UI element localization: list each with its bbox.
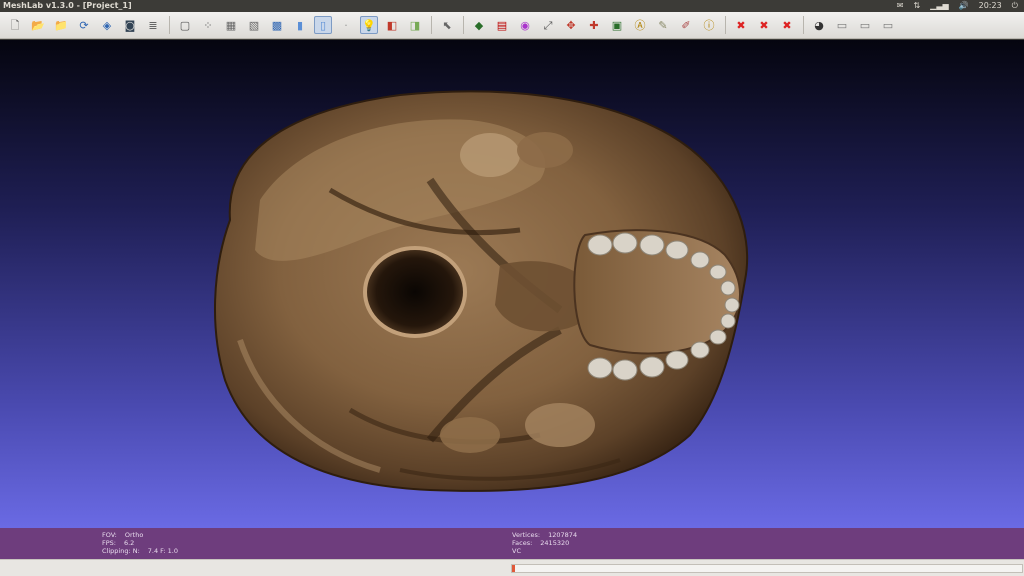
smooth-shading-icon[interactable]: ▮: [291, 16, 309, 34]
light-bulb-icon[interactable]: 💡: [360, 16, 378, 34]
toolbar-separator: [725, 16, 726, 34]
color-tool-icon[interactable]: ◉: [516, 16, 534, 34]
fps-value: 6.2: [123, 539, 135, 547]
layers-icon[interactable]: ≣: [144, 16, 162, 34]
view-b-icon[interactable]: ▭: [856, 16, 874, 34]
reload-icon[interactable]: ⟳: [75, 16, 93, 34]
new-file-icon[interactable]: 🗋: [6, 16, 24, 34]
view-info: FOV: Ortho FPS: 6.2 Clipping: N: 7.4 F: 1.0: [102, 531, 178, 555]
double-side-icon[interactable]: ◧: [383, 16, 401, 34]
save-icon[interactable]: ◈: [98, 16, 116, 34]
toolbar-separator: [169, 16, 170, 34]
raster-icon[interactable]: ▣: [608, 16, 626, 34]
measure-icon[interactable]: ⤢: [539, 16, 557, 34]
fov-value: Ortho: [124, 531, 144, 539]
progress-bar: [511, 564, 1023, 573]
texture-icon[interactable]: ▯: [314, 16, 332, 34]
faces-label: Faces:: [512, 539, 533, 547]
toolbar-separator: [431, 16, 432, 34]
clock[interactable]: 20:23: [979, 0, 1002, 12]
pick-points-icon[interactable]: ✚: [585, 16, 603, 34]
brush-icon[interactable]: ✐: [677, 16, 695, 34]
bounding-box-icon[interactable]: ▢: [176, 16, 194, 34]
signal-icon[interactable]: ▁▃▅: [930, 0, 948, 12]
3d-viewport[interactable]: [0, 40, 1024, 528]
points-icon[interactable]: ⁘: [199, 16, 217, 34]
back-face-icon[interactable]: ◨: [406, 16, 424, 34]
mesh-info: Vertices: 1207874 Faces: 2415320 VC: [512, 531, 577, 555]
view-c-icon[interactable]: ▭: [879, 16, 897, 34]
import-mesh-icon[interactable]: 📁: [52, 16, 70, 34]
toolbar-separator: [803, 16, 804, 34]
vertices-value: 1207874: [548, 531, 578, 539]
lighting-off-icon[interactable]: ·: [337, 16, 355, 34]
clipping-value: 7.4 F: 1.0: [147, 547, 178, 555]
network-icon[interactable]: ⇅: [913, 0, 920, 12]
status-bar: [0, 559, 1024, 576]
clipping-label: Clipping: N:: [102, 547, 140, 555]
delete-selection-icon[interactable]: ✖: [778, 16, 796, 34]
info-panel: FOV: Ortho FPS: 6.2 Clipping: N: 7.4 F: 1.0…: [0, 528, 1024, 559]
snapshot-icon[interactable]: ◙: [121, 16, 139, 34]
skull-mesh-render[interactable]: [0, 40, 1024, 528]
main-toolbar: 🗋 📂 📁 ⟳ ◈ ◙ ≣ ▢ ⁘ ▦ ▧ ▩ ▮ ▯ · 💡 ◧ ◨ ⬉ ◆ ▤ ◉ ⤢ ✥ ✚ ▣ Ⓐ ✎ ✐ ⓘ ✖ ✖ ✖ ◕ ▭ ▭ ▭: [0, 12, 1024, 39]
window-title: MeshLab v1.3.0 - [Project_1]: [3, 1, 132, 10]
delete-faces-icon[interactable]: ✖: [755, 16, 773, 34]
power-icon[interactable]: ⏻: [1012, 0, 1018, 12]
title-bar: MeshLab v1.3.0 - [Project_1] ✉ ⇅ ▁▃▅ 🔊 2…: [0, 0, 1024, 12]
select-icon[interactable]: ⬉: [438, 16, 456, 34]
edit-geometry-icon[interactable]: ✎: [654, 16, 672, 34]
system-tray: ✉ ⇅ ▁▃▅ 🔊 20:23 ⏻: [897, 0, 1018, 12]
paint-mesh-icon[interactable]: ◆: [470, 16, 488, 34]
fov-label: FOV:: [102, 531, 117, 539]
info-icon[interactable]: ⓘ: [700, 16, 718, 34]
toolbar-separator: [463, 16, 464, 34]
view-a-icon[interactable]: ▭: [833, 16, 851, 34]
quality-map-icon[interactable]: ▤: [493, 16, 511, 34]
camera-icon[interactable]: ◕: [810, 16, 828, 34]
progress-fill: [512, 565, 515, 572]
vertices-label: Vertices:: [512, 531, 541, 539]
fps-label: FPS:: [102, 539, 116, 547]
faces-value: 2415320: [540, 539, 570, 547]
wireframe-icon[interactable]: ▦: [222, 16, 240, 34]
volume-icon[interactable]: 🔊: [959, 0, 969, 12]
open-folder-icon[interactable]: 📂: [29, 16, 47, 34]
flat-shading-icon[interactable]: ▩: [268, 16, 286, 34]
delete-vertices-icon[interactable]: ✖: [732, 16, 750, 34]
hidden-lines-icon[interactable]: ▧: [245, 16, 263, 34]
vc-label: VC: [512, 547, 521, 555]
annotate-icon[interactable]: Ⓐ: [631, 16, 649, 34]
envelope-icon[interactable]: ✉: [897, 0, 904, 12]
align-icon[interactable]: ✥: [562, 16, 580, 34]
